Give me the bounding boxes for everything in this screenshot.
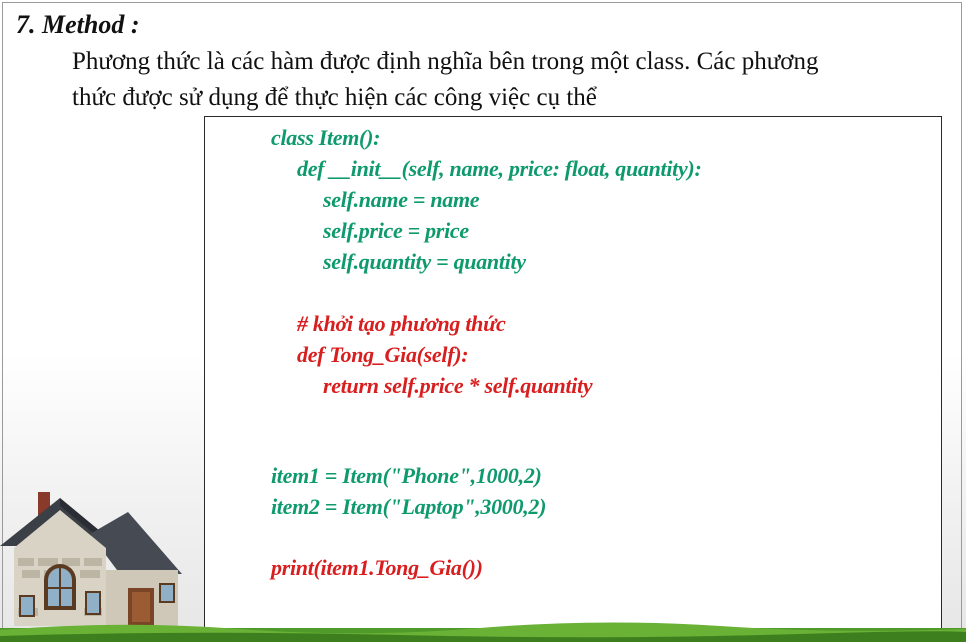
code-line-return: return self.price * self.quantity — [323, 373, 593, 398]
code-line-item2: item2 = Item("Laptop",3000,2) — [271, 494, 547, 519]
code-line-init-def: def __init__(self, name, price: float, q… — [297, 156, 702, 181]
code-box: class Item(): def __init__(self, name, p… — [204, 116, 942, 631]
code-line-class-def: class Item(): — [271, 125, 381, 150]
intro-line-2: thức được sử dụng để thực hiện các công … — [72, 84, 597, 111]
slide-heading: 7. Method : — [16, 10, 140, 39]
code-line-self-name: self.name = name — [323, 187, 480, 212]
code-line-method-def: def Tong_Gia(self): — [297, 342, 469, 367]
intro-line-1: Phương thức là các hàm được định nghĩa b… — [72, 48, 819, 75]
code-line-self-price: self.price = price — [323, 218, 469, 243]
grass-strip — [0, 622, 966, 642]
code-line-comment: # khởi tạo phương thức — [297, 311, 506, 336]
house-illustration — [0, 492, 182, 626]
code-line-item1: item1 = Item("Phone",1000,2) — [271, 463, 542, 488]
code-line-print: print(item1.Tong_Gia()) — [271, 555, 483, 580]
code-line-self-quantity: self.quantity = quantity — [323, 249, 526, 274]
intro-paragraph: Phương thức là các hàm được định nghĩa b… — [72, 44, 952, 116]
